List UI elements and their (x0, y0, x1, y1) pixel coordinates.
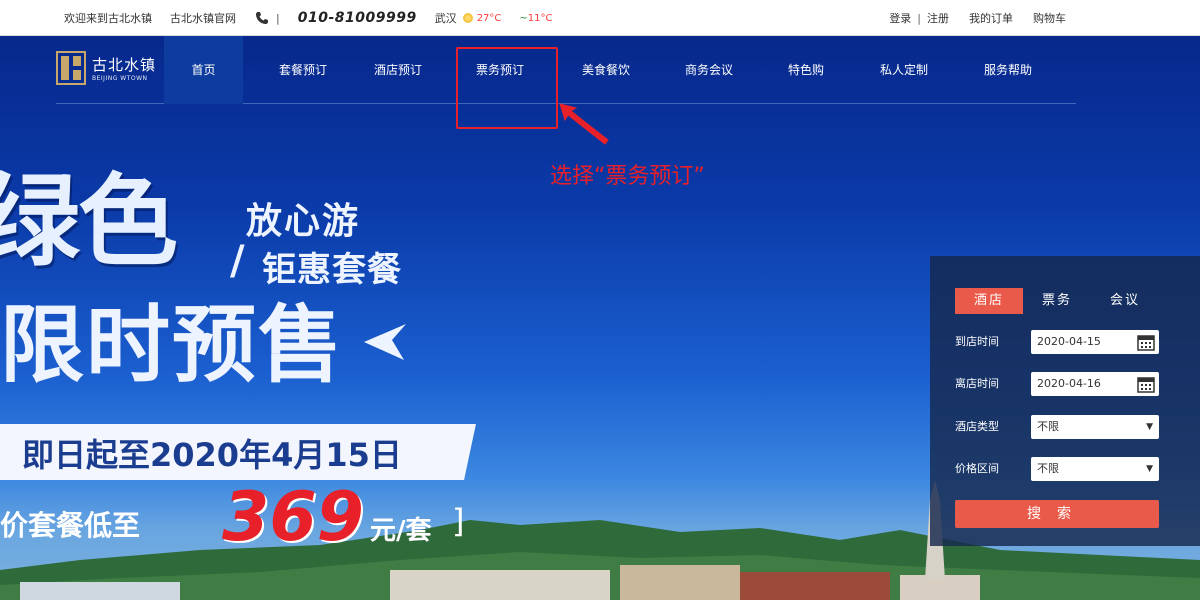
nav-item-packages[interactable]: 套餐预订 (261, 36, 345, 104)
nav-item-shopping[interactable]: 特色购 (764, 36, 848, 104)
tab-meeting[interactable]: 会议 (1091, 288, 1159, 314)
site-logo[interactable]: 古北水镇 BEIJING WTOWN (56, 50, 164, 86)
logo-mark-icon (56, 51, 86, 85)
checkout-input[interactable]: 2020-04-16 (1031, 372, 1159, 396)
checkout-value: 2020-04-16 (1037, 377, 1101, 390)
price-range-select[interactable]: 不限 ▼ (1031, 457, 1159, 481)
calendar-icon[interactable] (1137, 375, 1155, 393)
sun-icon (462, 13, 473, 23)
checkout-row: 离店时间 2020-04-16 (955, 372, 1160, 396)
nav-item-dining[interactable]: 美食餐饮 (564, 36, 648, 104)
promo-sub1: 放心游 (246, 201, 361, 242)
promo-arrow-icon (364, 324, 406, 360)
temperature: 27°C ~11°C (477, 13, 571, 24)
tab-tickets[interactable]: 票务 (1023, 288, 1091, 314)
login-link[interactable]: 登录 (889, 10, 911, 26)
booking-tabs: 酒店 票务 会议 (955, 288, 1159, 314)
logo-text: 古北水镇 BEIJING WTOWN (92, 54, 156, 82)
phone-number: 010-81009999 (297, 10, 417, 26)
search-button[interactable]: 搜索 (955, 500, 1159, 528)
logo-en: BEIJING WTOWN (92, 75, 148, 82)
hotel-type-row: 酒店类型 不限 ▼ (955, 415, 1160, 439)
checkin-row: 到店时间 2020-04-15 (955, 330, 1160, 354)
logo-cn: 古北水镇 (92, 56, 157, 74)
promo-price: 369 (222, 478, 364, 557)
nav-item-help[interactable]: 服务帮助 (966, 36, 1050, 104)
nav-item-hotels[interactable]: 酒店预订 (356, 36, 440, 104)
top-bar-right: 登录 | 注册 我的订单 购物车 (889, 0, 1066, 36)
city-name: 武汉 (434, 12, 457, 25)
annotation-arrow-icon (559, 103, 609, 145)
hotel-type-value: 不限 (1037, 420, 1059, 433)
price-range-value: 不限 (1037, 462, 1059, 475)
tickets-highlight-box (456, 47, 558, 129)
price-range-label: 价格区间 (955, 462, 999, 475)
booking-panel: 酒店 票务 会议 到店时间 2020-04-15 离店时间 2020-04-16 (930, 256, 1200, 546)
checkin-label: 到店时间 (955, 335, 999, 348)
tab-hotel[interactable]: 酒店 (955, 288, 1023, 314)
promo-date: 即日起至2020年4月15日 (22, 436, 402, 474)
nav-item-home[interactable]: 首页 (164, 36, 243, 104)
temp-high: 27°C (476, 12, 502, 24)
hotel-type-label: 酒店类型 (955, 420, 999, 433)
dropdown-arrow-icon: ▼ (1146, 422, 1153, 432)
promo-green: 绿色 (0, 163, 178, 280)
checkin-value: 2020-04-15 (1037, 335, 1101, 348)
temp-separator: ~ (519, 12, 528, 24)
cart-link[interactable]: 购物车 (1033, 10, 1066, 26)
checkin-input[interactable]: 2020-04-15 (1031, 330, 1159, 354)
price-range-row: 价格区间 不限 ▼ (955, 457, 1160, 481)
phone-separator: | (276, 11, 280, 25)
promo-limited: 限时预售 (0, 296, 345, 394)
official-site-link[interactable]: 古北水镇官网 (170, 10, 236, 26)
promo-price-label: 价套餐低至 (0, 509, 141, 542)
annotation-text: 选择“票务预订” (550, 164, 705, 189)
promo-bracket: ] (452, 502, 465, 540)
promo-slash: / (230, 238, 245, 284)
checkout-label: 离店时间 (955, 377, 999, 390)
nav-item-business[interactable]: 商务会议 (667, 36, 751, 104)
hotel-type-select[interactable]: 不限 ▼ (1031, 415, 1159, 439)
main-nav: 古北水镇 BEIJING WTOWN 首页 套餐预订 酒店预订 票务预订 美食餐… (56, 36, 1076, 104)
register-link[interactable]: 注册 (927, 10, 949, 26)
welcome-text: 欢迎来到古北水镇 (64, 12, 152, 25)
top-bar-left: 欢迎来到古北水镇 古北水镇官网 | 010-81009999 武汉 27°C ~1… (64, 0, 571, 36)
dropdown-arrow-icon: ▼ (1146, 464, 1153, 474)
login-separator: | (917, 11, 921, 25)
nav-item-custom[interactable]: 私人定制 (862, 36, 946, 104)
top-bar: 欢迎来到古北水镇 古北水镇官网 | 010-81009999 武汉 27°C ~1… (0, 0, 1200, 36)
temp-low: 11°C (527, 12, 553, 24)
my-orders-link[interactable]: 我的订单 (969, 10, 1013, 26)
promo-sub2: 钜惠套餐 (262, 250, 402, 290)
phone-icon (256, 12, 268, 24)
promo-unit: 元/套 (370, 516, 432, 546)
calendar-icon[interactable] (1137, 333, 1155, 351)
